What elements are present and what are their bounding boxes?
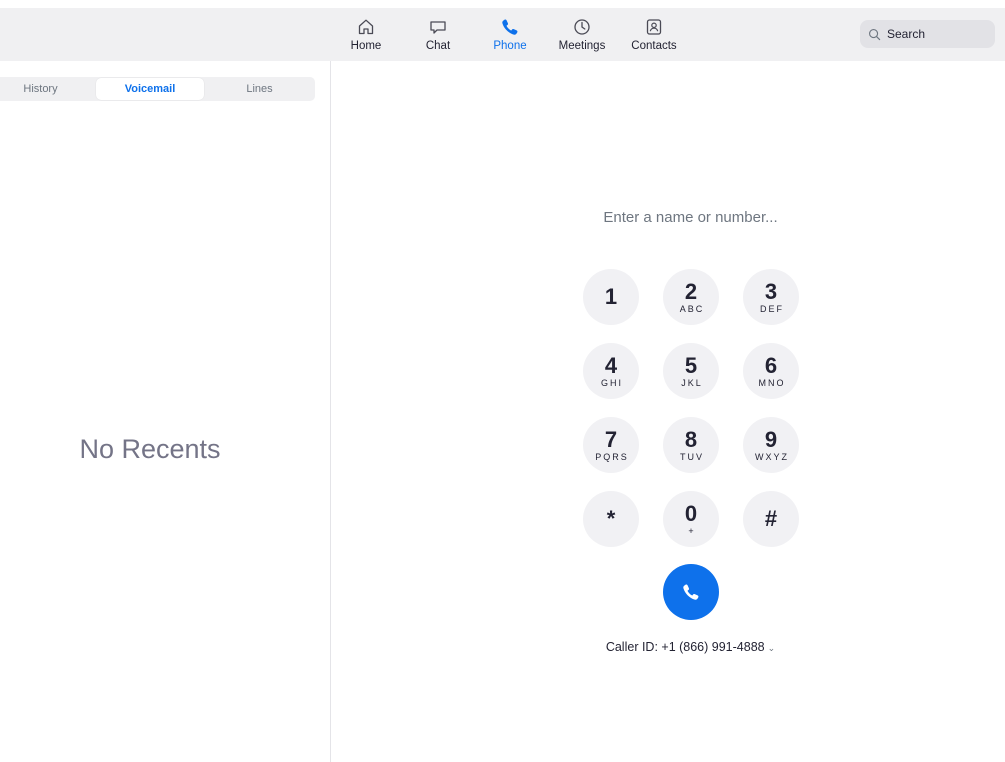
search-icon [869,28,881,40]
search-box[interactable] [860,20,995,48]
dial-key-9[interactable]: 9 WXYZ [743,417,799,473]
phone-icon [683,584,699,600]
dial-key-digit: 5 [684,352,698,378]
nav-meetings[interactable]: Meetings [546,8,618,61]
nav-home-label: Home [350,39,382,52]
dial-key-star[interactable]: * [583,491,639,547]
dial-key-digit: 3 [764,278,778,304]
dial-key-4[interactable]: 4 GHI [583,343,639,399]
nav-contacts-label: Contacts [631,39,677,52]
dial-key-digit: 1 [604,284,618,309]
nav-phone[interactable]: Phone [474,8,546,61]
dial-key-digit: 7 [604,426,618,452]
dial-key-digit: 4 [604,352,618,378]
dial-key-letters: PQRS [595,451,629,462]
dial-key-7[interactable]: 7 PQRS [583,417,639,473]
dial-key-6[interactable]: 6 MNO [743,343,799,399]
tab-history[interactable]: History [0,78,81,100]
contacts-icon [646,18,662,35]
search-input[interactable] [887,27,987,41]
phone-tabs: History Voicemail Lines [0,77,315,101]
dial-key-digit: # [764,506,778,531]
dial-key-letters: JKL [681,377,703,388]
dial-key-digit: 6 [764,352,778,378]
tab-lines[interactable]: Lines [204,78,315,100]
dial-key-3[interactable]: 3 DEF [743,269,799,325]
nav-chat[interactable]: Chat [402,8,474,61]
dial-key-digit: 8 [684,426,698,452]
dial-key-digit: * [606,506,616,531]
chevron-down-icon: ⌄ [767,643,776,653]
top-nav-bar: Home Chat Phone Meetings Contacts Search [0,8,1005,61]
left-panel: History Voicemail Lines No Recents [0,61,331,762]
chat-icon [430,20,446,34]
clock-icon [574,18,590,35]
caller-id-selector[interactable]: Caller ID: +1 (866) 991-4888 ⌄ [560,640,821,654]
dial-key-5[interactable]: 5 JKL [663,343,719,399]
dial-number-input[interactable] [560,204,821,230]
dial-key-letters: DEF [760,303,784,314]
nav-contacts[interactable]: Contacts [618,8,690,61]
dial-key-8[interactable]: 8 TUV [663,417,719,473]
dial-key-hash[interactable]: # [743,491,799,547]
dial-key-digit: 9 [764,426,778,452]
nav-meetings-label: Meetings [558,39,606,52]
dial-key-digit: 0 [684,500,698,526]
dial-key-2[interactable]: 2 ABC [663,269,719,325]
phone-icon [502,19,518,35]
caller-id-text: Caller ID: +1 (866) 991-4888 [605,640,765,654]
dial-key-letters: + [688,525,696,536]
zoom-phone-window: Home Chat Phone Meetings Contacts Search… [0,0,1005,762]
dial-key-0[interactable]: 0 + [663,491,719,547]
dial-key-digit: 2 [684,278,698,304]
nav-home[interactable]: Home [330,8,402,61]
empty-state-message: No Recents [79,434,221,464]
nav-chat-label: Chat [425,39,451,52]
dial-key-letters: TUV [680,451,704,462]
call-button[interactable] [663,564,719,620]
dial-key-letters: ABC [679,303,705,314]
dial-key-letters: WXYZ [755,451,789,462]
dial-key-letters: MNO [758,377,786,388]
dial-key-letters: GHI [600,377,623,388]
tab-voicemail[interactable]: Voicemail [96,78,204,100]
nav-phone-label: Phone [493,39,527,52]
main-nav: Home Chat Phone Meetings Contacts [330,8,690,61]
home-icon [358,19,374,34]
dial-key-1[interactable]: 1 [583,269,639,325]
